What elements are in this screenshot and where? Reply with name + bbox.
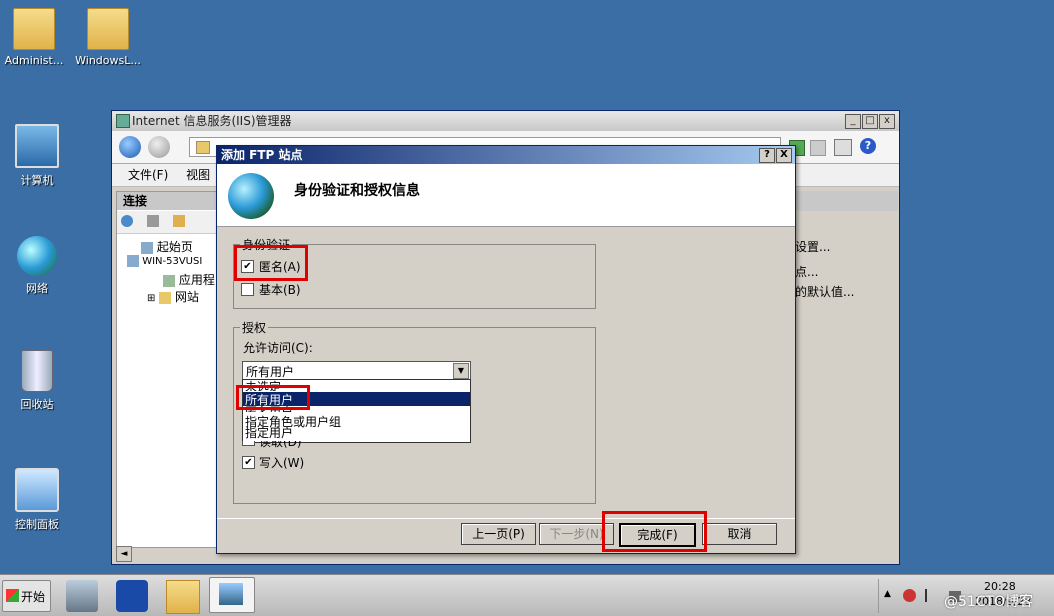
annotation-all-users xyxy=(236,385,310,410)
recycle-bin-icon xyxy=(21,350,53,392)
prev-button[interactable]: 上一页(P) xyxy=(461,523,536,545)
iis-titlebar: Internet 信息服务(IIS)管理器 _ □ x xyxy=(112,111,899,131)
network-icon xyxy=(17,236,57,276)
authorization-legend: 授权 xyxy=(242,321,267,335)
scroll-left-button[interactable]: ◄ xyxy=(116,546,132,562)
help-icon[interactable]: ? xyxy=(860,138,876,154)
page-heading: 身份验证和授权信息 xyxy=(294,183,420,199)
read-label[interactable]: 读取(D) xyxy=(259,441,302,450)
tree-label: 起始页 xyxy=(156,240,193,254)
control-panel-icon xyxy=(15,468,59,512)
home-icon[interactable] xyxy=(834,139,852,156)
dialog-titlebar: 添加 FTP 站点 ? X xyxy=(217,146,795,164)
tree-label: 应用程 xyxy=(178,273,215,287)
basic-checkbox[interactable] xyxy=(241,283,254,296)
action-link-defaults[interactable]: 的默认值... xyxy=(795,283,854,300)
desktop-icon-network[interactable]: 网络 xyxy=(0,236,74,296)
watermark: @51CTO博客 xyxy=(944,594,1034,610)
iis-window-title: Internet 信息服务(IIS)管理器 xyxy=(132,114,292,128)
desktop-icon-label: 回收站 xyxy=(20,398,54,411)
desktop-icon-label: WindowsL... xyxy=(75,54,141,67)
write-checkbox[interactable]: ✔ xyxy=(242,456,255,469)
dialog-close-button[interactable]: X xyxy=(776,148,792,163)
up-icon[interactable] xyxy=(173,215,185,227)
computer-icon xyxy=(15,124,59,168)
status-bar xyxy=(112,564,899,566)
basic-label[interactable]: 基本(B) xyxy=(259,281,301,298)
server-icon xyxy=(127,255,139,267)
forward-icon[interactable] xyxy=(148,136,170,158)
tree-item-app-pools[interactable]: 应用程 xyxy=(163,271,215,288)
add-ftp-site-dialog: 添加 FTP 站点 ? X 身份验证和授权信息 身份验证 ✔ 匿名(A) 基本(… xyxy=(216,145,796,554)
start-label: 开始 xyxy=(21,590,46,604)
explorer-icon[interactable] xyxy=(166,580,200,614)
desktop-icon-administrator[interactable]: Administ... xyxy=(0,8,71,67)
start-button[interactable]: 开始 xyxy=(2,580,51,612)
chevron-down-icon[interactable]: ▼ xyxy=(453,363,469,379)
desktop-icon-label: Administ... xyxy=(4,54,64,67)
desktop-icon-label: 计算机 xyxy=(20,174,54,187)
desktop-icon-control-panel[interactable]: 控制面板 xyxy=(0,468,74,532)
server-manager-icon[interactable] xyxy=(66,580,98,612)
app-pool-icon xyxy=(163,274,175,287)
expand-icon[interactable]: ⊞ xyxy=(147,293,155,304)
iis-task-icon xyxy=(219,583,243,605)
write-label[interactable]: 写入(W) xyxy=(259,454,304,471)
connections-toolbar xyxy=(117,211,229,234)
tree-label: 网站 xyxy=(175,290,200,304)
network-error-icon[interactable] xyxy=(903,589,916,602)
allow-access-label: 允许访问(C): xyxy=(243,341,313,355)
tray-expand-icon[interactable]: ▲ xyxy=(884,589,891,599)
desktop-icon-label: 控制面板 xyxy=(15,518,59,531)
annotation-anonymous xyxy=(234,245,308,281)
powershell-icon[interactable] xyxy=(116,580,148,612)
action-link-sites[interactable]: 点... xyxy=(795,263,818,280)
menu-file[interactable]: 文件(F) xyxy=(128,168,168,182)
tree-label: WIN-53VUSI xyxy=(142,256,203,267)
tree-item-server[interactable]: WIN-53VUSI xyxy=(127,255,202,267)
desktop-icon-recycle-bin[interactable]: 回收站 xyxy=(0,350,74,412)
sites-folder-icon xyxy=(159,291,172,304)
tree-item-sites[interactable]: ⊞ 网站 xyxy=(147,288,199,305)
site-icon xyxy=(196,141,210,154)
start-page-icon xyxy=(141,241,153,254)
annotation-finish xyxy=(602,511,707,552)
allow-access-value: 所有用户 xyxy=(246,365,295,379)
user-folder-icon xyxy=(13,8,55,50)
stop-icon[interactable] xyxy=(810,140,826,156)
iis-task-button[interactable] xyxy=(209,577,255,613)
close-button[interactable]: x xyxy=(879,114,895,129)
tree-item-start[interactable]: 起始页 xyxy=(141,238,193,255)
folder-icon xyxy=(87,8,129,50)
dialog-title: 添加 FTP 站点 xyxy=(221,148,303,162)
dialog-separator xyxy=(217,518,795,519)
back-icon[interactable] xyxy=(119,136,141,158)
connections-header: 连接 xyxy=(117,192,229,210)
read-checkbox[interactable] xyxy=(242,441,255,446)
connections-panel: 连接 起始页 WIN-53VUSI 应用程 ⊞ 网站 xyxy=(116,191,230,548)
save-icon[interactable] xyxy=(147,215,159,227)
desktop-icon-windowsl[interactable]: WindowsL... xyxy=(71,8,145,67)
iis-app-icon xyxy=(116,114,130,128)
menu-view[interactable]: 视图 xyxy=(186,168,210,182)
action-link-settings[interactable]: 设置... xyxy=(795,238,830,255)
dialog-banner: 身份验证和授权信息 xyxy=(217,164,795,227)
taskbar: 开始 ▲ 20:28 2018/9/28 @51CTO博客 xyxy=(0,574,1054,616)
dropdown-option[interactable]: 指定用户 xyxy=(245,427,293,440)
action-center-flag-icon[interactable] xyxy=(925,589,939,602)
globe-icon xyxy=(228,173,274,219)
desktop-icon-label: 网络 xyxy=(26,282,48,295)
maximize-button[interactable]: □ xyxy=(862,114,878,129)
windows-logo-icon xyxy=(6,589,19,602)
actions-header xyxy=(794,191,898,211)
minimize-button[interactable]: _ xyxy=(845,114,861,129)
desktop-icon-computer[interactable]: 计算机 xyxy=(0,124,74,188)
connect-icon[interactable] xyxy=(121,215,133,227)
dialog-help-button[interactable]: ? xyxy=(759,148,775,163)
cancel-button[interactable]: 取消 xyxy=(702,523,777,545)
allow-access-select[interactable]: 所有用户 ▼ xyxy=(242,361,471,380)
